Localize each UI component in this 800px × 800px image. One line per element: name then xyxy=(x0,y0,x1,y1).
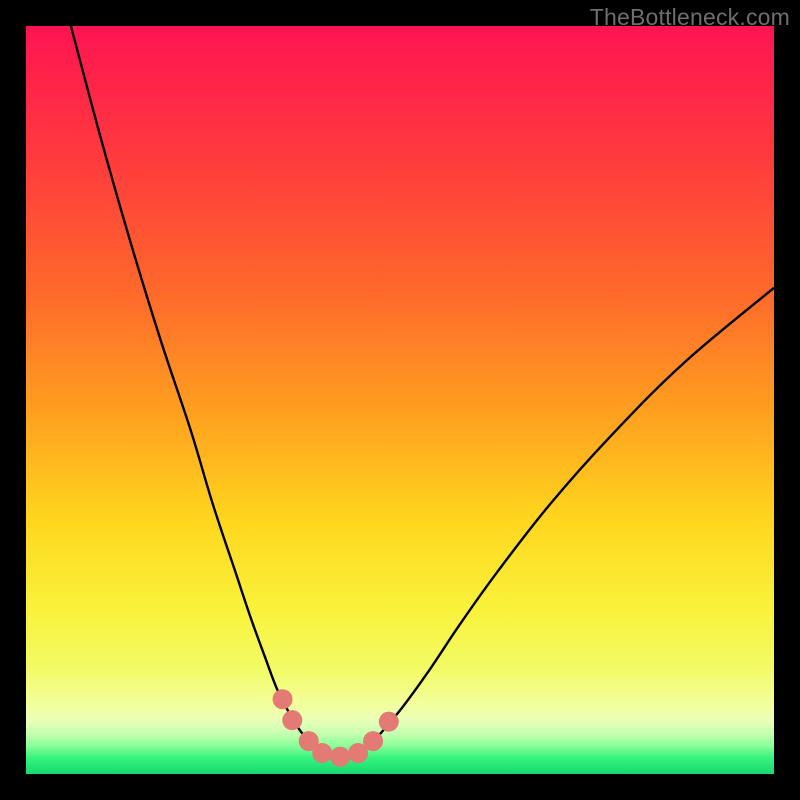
plot-area xyxy=(26,26,774,774)
marker-dot xyxy=(379,712,399,732)
curve-left-branch xyxy=(71,26,325,755)
curve-right-branch xyxy=(355,288,774,755)
marker-dot xyxy=(312,743,332,763)
marker-dot xyxy=(273,689,293,709)
curve-markers xyxy=(273,689,399,767)
outer-frame: TheBottleneck.com xyxy=(0,0,800,800)
watermark-text: TheBottleneck.com xyxy=(590,4,790,31)
bottleneck-curve xyxy=(26,26,774,774)
marker-dot xyxy=(330,747,350,767)
marker-dot xyxy=(363,731,383,751)
marker-dot xyxy=(282,710,302,730)
